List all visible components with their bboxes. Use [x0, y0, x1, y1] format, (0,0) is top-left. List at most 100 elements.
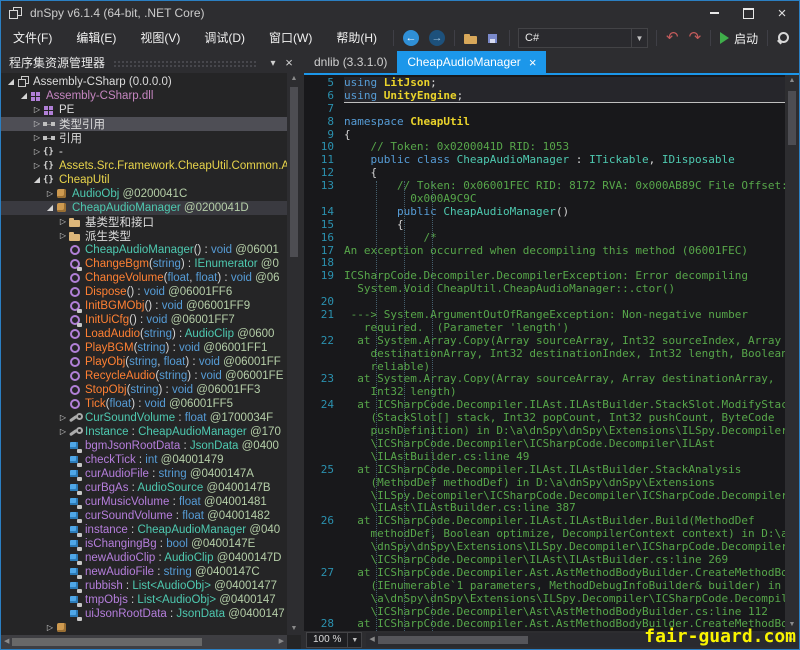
tree-item[interactable]: InitUiCfg() : void @06001FF7 — [1, 313, 287, 327]
menu-item[interactable]: 文件(F) — [1, 27, 64, 49]
tab-dnlib[interactable]: dnlib (3.3.1.0) — [304, 51, 397, 73]
menu-item[interactable]: 调试(D) — [192, 27, 257, 49]
expand-icon[interactable]: ▷ — [31, 132, 43, 144]
tree-item[interactable]: ▷派生类型 — [1, 229, 287, 243]
code-editor[interactable]: 5using LitJson;6using UnityEngine;78name… — [304, 75, 799, 631]
close-tab-icon[interactable] — [529, 55, 537, 70]
tree-item[interactable]: Dispose() : void @06001FF6 — [1, 285, 287, 299]
redo-button[interactable]: ↷ — [684, 27, 707, 49]
search-button[interactable] — [772, 27, 794, 49]
close-button[interactable] — [765, 2, 799, 24]
panel-close-button[interactable] — [281, 54, 297, 70]
menu-item[interactable]: 帮助(H) — [324, 27, 389, 49]
assembly-tree[interactable]: ◢Assembly-CSharp (0.0.0.0)◢Assembly-CSha… — [1, 73, 287, 649]
expand-icon[interactable]: ▷ — [44, 622, 56, 634]
tree-item[interactable]: PlayObj(string, float) : void @06001FF — [1, 355, 287, 369]
tree-item[interactable]: ▷CurSoundVolume : float @1700034F — [1, 411, 287, 425]
menu-item[interactable]: 编辑(E) — [64, 27, 128, 49]
tree-item[interactable]: curBgAs : AudioSource @0400147B — [1, 481, 287, 495]
menu-item[interactable]: 窗口(W) — [257, 27, 324, 49]
tree-item[interactable]: bgmJsonRootData : JsonData @0400 — [1, 439, 287, 453]
tree-vertical-scrollbar[interactable]: ▲ ▼ — [287, 73, 301, 635]
tree-item[interactable]: newAudioFile : string @0400147C — [1, 565, 287, 579]
tree-item[interactable]: uiJsonRootData : JsonData @0400147 — [1, 607, 287, 621]
scroll-up-icon[interactable]: ▲ — [291, 73, 298, 85]
tree-item-label: InitBGMObj() : void @06001FF9 — [85, 300, 250, 312]
tree-item[interactable]: LoadAudio(string) : AudioClip @0600 — [1, 327, 287, 341]
tree-item[interactable]: rubbish : List<AudioObj> @04001477 — [1, 579, 287, 593]
tree-item[interactable]: ◢CheapAudioManager @0200041D — [1, 201, 287, 215]
collapse-icon[interactable]: ◢ — [5, 76, 17, 88]
zoom-level-control[interactable]: 100 % ▼ — [306, 632, 362, 648]
line-number — [304, 477, 344, 490]
undo-button[interactable]: ↶ — [661, 27, 684, 49]
maximize-button[interactable] — [731, 2, 765, 24]
tree-item[interactable]: Tick(float) : void @06001FF5 — [1, 397, 287, 411]
tree-item[interactable]: ▷Assets.Src.Framework.CheapUtil.Common.A… — [1, 159, 287, 173]
expand-icon[interactable]: ▷ — [57, 230, 69, 242]
save-all-button[interactable] — [483, 27, 505, 49]
tree-item[interactable]: ▷AudioObj @0200041C — [1, 187, 287, 201]
tree-item[interactable]: ▷PE — [1, 103, 287, 117]
code-area[interactable]: 5using LitJson;6using UnityEngine;78name… — [304, 75, 785, 631]
tree-item[interactable]: ChangeBgm(string) : IEnumerator @0 — [1, 257, 287, 271]
tree-horizontal-scrollbar[interactable]: ◀ ▶ — [1, 635, 287, 649]
scroll-right-icon[interactable]: ▶ — [279, 636, 284, 648]
tree-item[interactable]: newAudioClip : AudioClip @0400147D — [1, 551, 287, 565]
expand-icon[interactable]: ▷ — [57, 412, 69, 424]
expand-icon[interactable]: ▷ — [44, 188, 56, 200]
scroll-left-icon[interactable]: ◀ — [369, 634, 374, 646]
tree-item[interactable]: ▷类型引用 — [1, 117, 287, 131]
tree-item[interactable]: ◢CheapUtil — [1, 173, 287, 187]
start-debug-button[interactable]: 启动 — [715, 27, 763, 49]
back-button[interactable]: ← — [398, 27, 424, 49]
tree-item[interactable]: instance : CheapAudioManager @040 — [1, 523, 287, 537]
tree-item[interactable]: checkTick : int @04001479 — [1, 453, 287, 467]
tab-cheapaudiomanager[interactable]: CheapAudioManager — [397, 51, 546, 73]
collapse-icon[interactable]: ◢ — [18, 90, 30, 102]
tree-item[interactable]: ▷基类型和接口 — [1, 215, 287, 229]
tree-item[interactable]: curSoundVolume : float @04001482 — [1, 509, 287, 523]
expand-icon[interactable]: ▷ — [31, 160, 43, 172]
scroll-left-icon[interactable]: ◀ — [4, 636, 9, 648]
collapse-icon[interactable]: ◢ — [31, 174, 43, 186]
editor-vertical-scrollbar[interactable]: ▲ ▼ — [785, 75, 799, 631]
scroll-down-icon[interactable]: ▼ — [291, 623, 298, 635]
minimize-button[interactable] — [697, 2, 731, 24]
tree-item[interactable]: StopObj(string) : void @06001FF3 — [1, 383, 287, 397]
tree-hscroll-thumb[interactable] — [12, 638, 202, 646]
expand-icon[interactable]: ▷ — [57, 216, 69, 228]
tree-item[interactable]: curAudioFile : string @0400147A — [1, 467, 287, 481]
open-folder-icon — [464, 33, 478, 44]
open-button[interactable] — [459, 27, 483, 49]
tree-item[interactable]: curMusicVolume : float @04001481 — [1, 495, 287, 509]
tree-scroll-thumb[interactable] — [290, 87, 298, 257]
collapse-icon[interactable]: ◢ — [44, 202, 56, 214]
tree-item[interactable]: CheapAudioManager() : void @06001 — [1, 243, 287, 257]
expand-icon[interactable]: ▷ — [31, 118, 43, 130]
language-select[interactable]: C#▼ — [518, 28, 648, 48]
tree-item[interactable]: isChangingBg : bool @0400147E — [1, 537, 287, 551]
tree-item[interactable]: ▷Instance : CheapAudioManager @170 — [1, 425, 287, 439]
tree-item[interactable]: ▷- — [1, 145, 287, 159]
chevron-down-icon[interactable]: ▼ — [631, 29, 647, 47]
tree-item[interactable]: RecycleAudio(string) : void @06001FE — [1, 369, 287, 383]
menu-item[interactable]: 视图(V) — [128, 27, 192, 49]
panel-menu-button[interactable] — [265, 54, 281, 70]
forward-button[interactable]: → — [424, 27, 450, 49]
tree-item[interactable]: ChangeVolume(float, float) : void @06 — [1, 271, 287, 285]
tree-item[interactable]: ▷ — [1, 621, 287, 635]
expand-icon[interactable]: ▷ — [31, 104, 43, 116]
tree-item[interactable]: ◢Assembly-CSharp.dll — [1, 89, 287, 103]
tree-item[interactable]: tmpObjs : List<AudioObj> @0400147 — [1, 593, 287, 607]
expand-icon[interactable]: ▷ — [57, 426, 69, 438]
scroll-up-icon[interactable]: ▲ — [789, 75, 796, 87]
tree-item[interactable]: InitBGMObj() : void @06001FF9 — [1, 299, 287, 313]
tree-item[interactable]: ◢Assembly-CSharp (0.0.0.0) — [1, 75, 287, 89]
text-segment: : — [123, 580, 133, 592]
tree-item[interactable]: PlayBGM(string) : void @06001FF1 — [1, 341, 287, 355]
editor-scroll-thumb[interactable] — [788, 91, 796, 145]
tree-item[interactable]: ▷引用 — [1, 131, 287, 145]
expand-icon[interactable]: ▷ — [31, 146, 43, 158]
chevron-down-icon[interactable]: ▼ — [347, 633, 361, 647]
